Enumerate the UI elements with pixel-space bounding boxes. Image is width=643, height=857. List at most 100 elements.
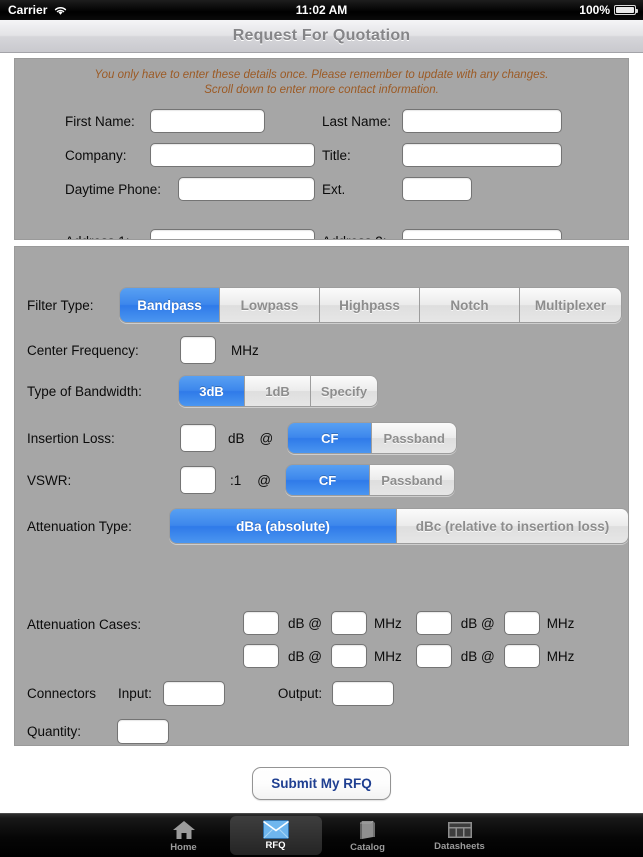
first-name-label: First Name: <box>65 113 135 129</box>
vswr-unit: :1 <box>230 472 242 488</box>
daytime-phone-row: Daytime Phone: <box>65 177 315 201</box>
page-title: Request For Quotation <box>232 27 411 44</box>
bandwidth-option-specify[interactable]: Specify <box>311 376 377 406</box>
battery-percent-label: 100% <box>579 3 610 17</box>
center-frequency-row: Center Frequency: MHz <box>27 336 259 364</box>
bandwidth-option-1db[interactable]: 1dB <box>245 376 311 406</box>
submit-rfq-button[interactable]: Submit My RFQ <box>252 767 391 800</box>
title-row: Title: <box>322 143 562 167</box>
bandwidth-option-3db[interactable]: 3dB <box>179 376 245 406</box>
attenuation-case-1-db-unit: dB @ <box>288 615 322 631</box>
attenuation-type-option-dbc[interactable]: dBc (relative to insertion loss) <box>397 509 628 543</box>
first-name-input[interactable] <box>150 109 265 133</box>
contact-notice-line2: Scroll down to enter more contact inform… <box>204 84 439 96</box>
navigation-bar: Request For Quotation <box>0 20 643 53</box>
filter-type-row: Filter Type: Bandpass Lowpass Highpass N… <box>27 287 622 323</box>
ext-row: Ext. <box>322 177 472 201</box>
title-input[interactable] <box>402 143 562 167</box>
insertion-loss-row: Insertion Loss: dB @ CF Passband <box>27 422 458 454</box>
insertion-loss-option-passband[interactable]: Passband <box>372 423 457 453</box>
tab-catalog[interactable]: Catalog <box>322 816 414 855</box>
attenuation-case-4-mhz-unit: MHz <box>546 648 575 664</box>
filter-specs-panel: Filter Type: Bandpass Lowpass Highpass N… <box>14 246 629 746</box>
connectors-row: Connectors Input: Output: <box>27 681 395 706</box>
tab-rfq-label: RFQ <box>265 840 286 851</box>
book-icon <box>357 819 379 841</box>
attenuation-case-1-db-input[interactable] <box>243 611 279 635</box>
address1-input[interactable] <box>150 229 315 239</box>
vswr-option-passband[interactable]: Passband <box>369 465 454 495</box>
connectors-label: Connectors <box>27 686 97 701</box>
vswr-row: VSWR: :1 @ CF Passband <box>27 464 455 496</box>
filter-type-option-highpass[interactable]: Highpass <box>320 288 420 322</box>
address1-row: Address 1: <box>65 229 315 239</box>
attenuation-case-2-mhz-input[interactable] <box>503 611 540 635</box>
quantity-input[interactable] <box>117 719 169 744</box>
attenuation-type-option-dba[interactable]: dBa (absolute) <box>170 509 397 543</box>
vswr-option-cf[interactable]: CF <box>285 465 370 495</box>
contact-notice-line1: You only have to enter these details onc… <box>94 69 549 81</box>
attenuation-case-2-db-unit: dB @ <box>460 615 495 631</box>
last-name-input[interactable] <box>402 109 562 133</box>
status-bar: Carrier 11:02 AM 100% <box>0 0 643 20</box>
insertion-loss-reference-segmented-control[interactable]: CF Passband <box>287 422 458 454</box>
battery-full-icon <box>614 5 638 15</box>
daytime-phone-input[interactable] <box>178 177 315 201</box>
attenuation-type-row: Attenuation Type: dBa (absolute) dBc (re… <box>27 508 628 544</box>
connectors-output-field[interactable] <box>332 681 395 706</box>
attenuation-case-4-db-input[interactable] <box>415 644 452 668</box>
vswr-at-symbol: @ <box>257 472 271 488</box>
attenuation-case-3-mhz-unit: MHz <box>373 648 402 664</box>
attenuation-case-2-db-input[interactable] <box>415 611 452 635</box>
type-of-bandwidth-row: Type of Bandwidth: 3dB 1dB Specify <box>27 375 378 407</box>
company-row: Company: <box>65 143 315 167</box>
submit-area: Submit My RFQ <box>0 767 643 800</box>
app-screen: Carrier 11:02 AM 100% Request For Quotat… <box>0 0 643 857</box>
filter-type-option-notch[interactable]: Notch <box>420 288 520 322</box>
attenuation-case-3-mhz-input[interactable] <box>330 644 367 668</box>
insertion-loss-unit: dB <box>228 430 245 446</box>
connectors-input-label: Input: <box>118 686 152 701</box>
envelope-icon <box>262 820 289 839</box>
address2-row: Address 2: <box>322 229 562 240</box>
filter-type-option-bandpass[interactable]: Bandpass <box>120 288 220 322</box>
connectors-input-field[interactable] <box>162 681 225 706</box>
center-frequency-input[interactable] <box>180 336 216 364</box>
address2-label: Address 2: <box>322 234 402 240</box>
home-icon <box>172 819 196 841</box>
filter-type-option-lowpass[interactable]: Lowpass <box>220 288 320 322</box>
type-of-bandwidth-segmented-control[interactable]: 3dB 1dB Specify <box>178 375 378 407</box>
attenuation-case-4-mhz-input[interactable] <box>503 644 540 668</box>
quantity-row: Quantity: <box>27 719 169 744</box>
connectors-output-label: Output: <box>277 686 323 701</box>
status-bar-right: 100% <box>579 3 638 17</box>
last-name-row: Last Name: <box>322 109 562 133</box>
type-of-bandwidth-label: Type of Bandwidth: <box>27 383 142 399</box>
attenuation-case-3-db-input[interactable] <box>243 644 279 668</box>
attenuation-type-segmented-control[interactable]: dBa (absolute) dBc (relative to insertio… <box>169 508 628 544</box>
tab-datasheets[interactable]: Datasheets <box>414 816 506 855</box>
insertion-loss-option-cf[interactable]: CF <box>288 423 373 453</box>
vswr-reference-segmented-control[interactable]: CF Passband <box>284 464 455 496</box>
tab-home[interactable]: Home <box>138 816 230 855</box>
address2-input[interactable] <box>402 229 562 239</box>
company-input[interactable] <box>150 143 315 167</box>
attenuation-case-row-2: dB @ MHz dB @ MHz <box>243 644 574 668</box>
first-name-row: First Name: <box>65 109 265 133</box>
page-content: You only have to enter these details onc… <box>0 54 643 813</box>
tab-datasheets-label: Datasheets <box>434 840 485 852</box>
status-bar-time: 11:02 AM <box>295 3 348 17</box>
center-frequency-unit: MHz <box>231 342 259 358</box>
ext-input[interactable] <box>402 177 472 201</box>
attenuation-case-1-mhz-input[interactable] <box>330 611 367 635</box>
tab-bar: Home RFQ Catalog Datasheets <box>0 813 643 857</box>
insertion-loss-input[interactable] <box>180 424 216 452</box>
attenuation-case-1-mhz-unit: MHz <box>373 615 402 631</box>
filter-type-option-multiplexer[interactable]: Multiplexer <box>520 288 621 322</box>
contact-details-panel[interactable]: You only have to enter these details onc… <box>14 58 629 240</box>
tab-rfq[interactable]: RFQ <box>229 816 322 855</box>
tab-catalog-label: Catalog <box>350 841 385 853</box>
filter-type-segmented-control[interactable]: Bandpass Lowpass Highpass Notch Multiple… <box>119 287 622 323</box>
vswr-input[interactable] <box>180 466 216 494</box>
attenuation-case-3-db-unit: dB @ <box>288 648 322 664</box>
